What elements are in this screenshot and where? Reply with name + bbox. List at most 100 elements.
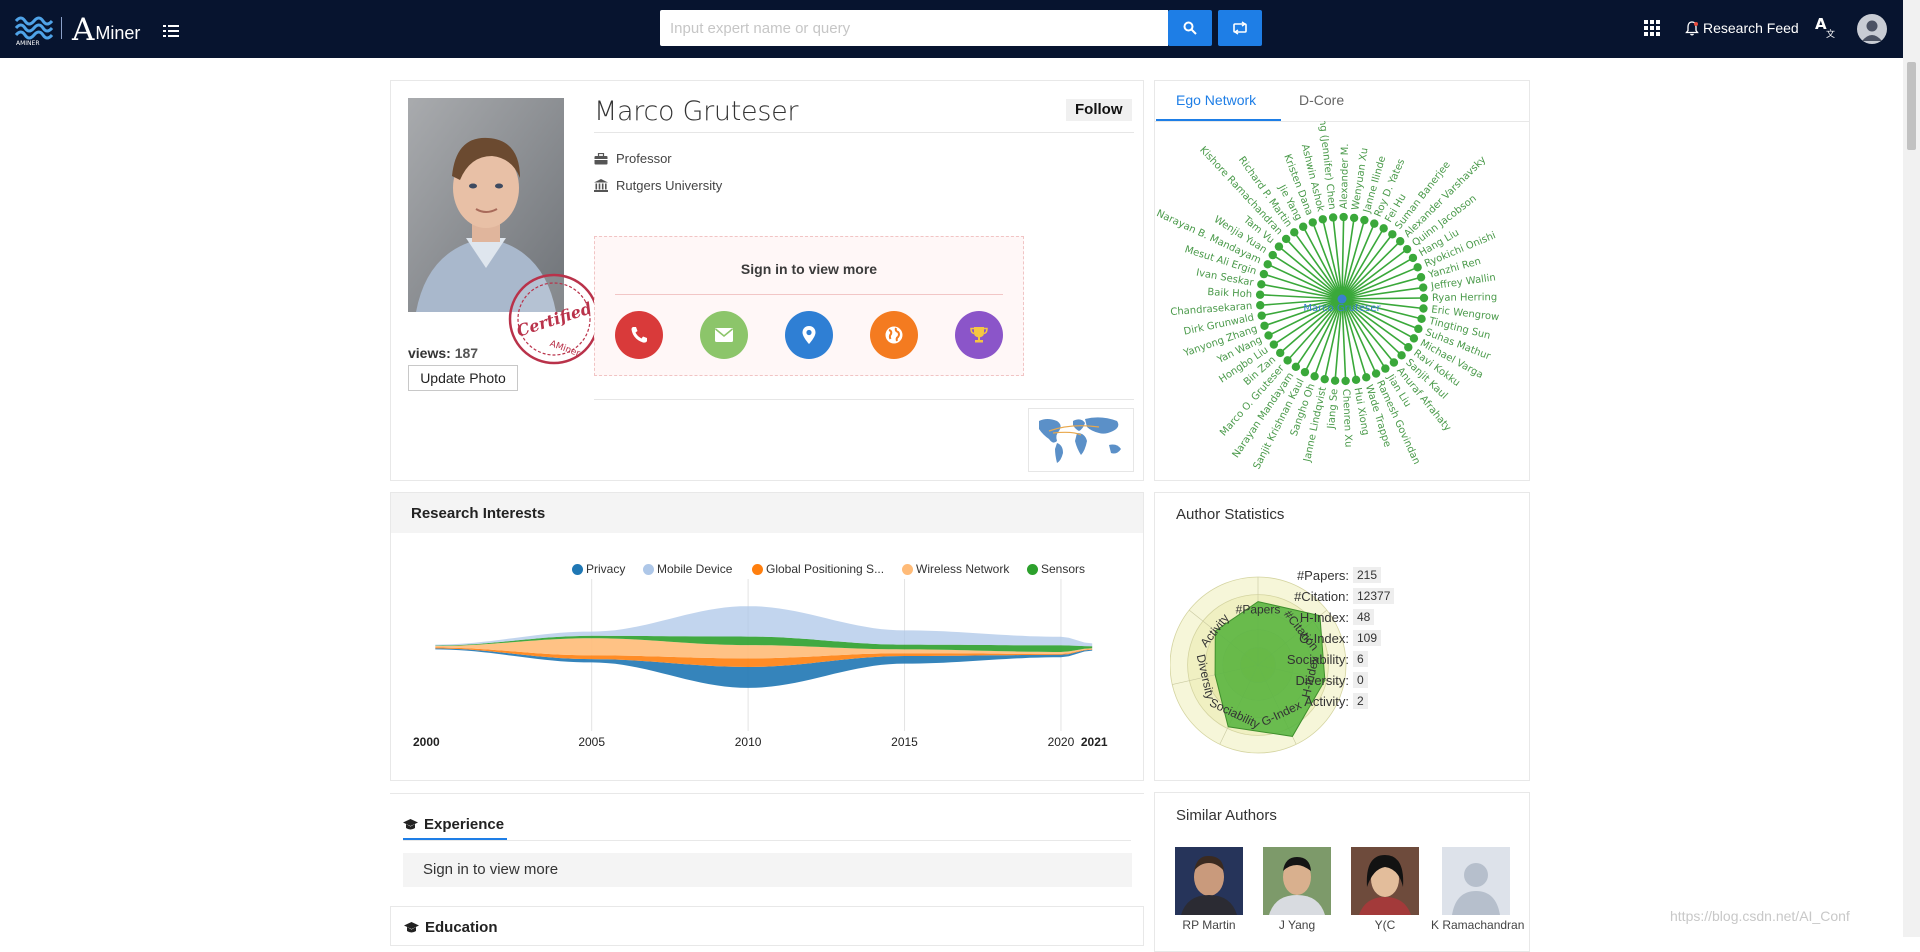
update-photo-button[interactable]: Update Photo [408, 365, 518, 391]
similar-author-item[interactable]: RP Martin [1171, 847, 1247, 932]
follow-button[interactable]: Follow [1066, 99, 1132, 121]
similar-author-item[interactable]: K Ramachandran [1431, 847, 1524, 932]
ego-node-label: Jiang Se [1326, 388, 1340, 430]
legend-item-mobile-device[interactable]: Mobile Device [643, 562, 732, 576]
search-button[interactable] [1168, 10, 1212, 46]
trophy-icon [970, 327, 988, 343]
ego-node [1255, 290, 1265, 299]
graduation-cap-icon [404, 921, 419, 932]
ego-node [1263, 260, 1272, 269]
position-text: Professor [616, 151, 672, 166]
menu-icon[interactable] [163, 24, 179, 38]
tab-ego-network[interactable]: Ego Network [1176, 92, 1256, 108]
world-map-icon [1039, 417, 1121, 463]
stat-label: Sociability: [1286, 651, 1349, 667]
similar-author-photo [1175, 847, 1243, 915]
similar-author-photo [1351, 847, 1419, 915]
ego-node [1404, 343, 1413, 352]
waves-logo-icon[interactable]: AMINER [14, 12, 54, 46]
aminer-logo[interactable]: A Miner [72, 12, 140, 46]
name-divider [594, 132, 1134, 133]
research-interests-streamgraph[interactable]: 2000 2005 2010 2015 2020 2021 [391, 579, 1143, 779]
legend-label: Sensors [1041, 562, 1086, 576]
legend-item-wireless-network[interactable]: Wireless Network [902, 562, 1009, 576]
legend-item-privacy[interactable]: Privacy [572, 562, 625, 576]
similar-author-name: J Yang [1278, 918, 1316, 932]
email-button[interactable] [700, 311, 748, 359]
stat-row: G-Index: 109 [1155, 629, 1382, 647]
research-interests-header: Research Interests [391, 493, 1143, 533]
search-icon [1183, 21, 1197, 35]
phone-button[interactable] [615, 311, 663, 359]
experience-signin-link[interactable]: Sign in to view more [403, 853, 1132, 887]
search-input[interactable] [660, 10, 1168, 46]
apps-grid-icon[interactable] [1644, 20, 1660, 36]
legend-item-global-positioning[interactable]: Global Positioning S... [752, 562, 884, 576]
tab-d-core[interactable]: D-Core [1299, 92, 1344, 108]
contact-signin-link[interactable]: Sign in to view more [595, 261, 1023, 277]
experience-section: Experience Sign in to view more [390, 793, 1144, 893]
education-section: Education [390, 906, 1144, 946]
stat-row: H-Index: 48 [1155, 608, 1375, 626]
x-tick-label: 2005 [578, 735, 605, 749]
ego-node [1396, 237, 1405, 246]
ego-node [1418, 283, 1428, 292]
ego-node [1283, 356, 1292, 365]
location-pin-icon [802, 326, 816, 344]
ego-node [1330, 376, 1340, 385]
ego-node [1388, 230, 1397, 239]
legend-label: Mobile Device [657, 562, 733, 576]
legend-item-sensors[interactable]: Sensors [1027, 562, 1085, 576]
ego-node [1419, 304, 1428, 313]
scrollbar-thumb[interactable] [1907, 62, 1916, 150]
globe-icon [885, 326, 903, 344]
x-tick-label: 2000 [413, 735, 440, 749]
stat-row: #Papers: 215 [1155, 566, 1382, 584]
ego-node [1417, 314, 1426, 324]
ego-node [1310, 372, 1319, 381]
ego-node-label: Chenren Xu [1340, 389, 1354, 448]
x-tick-label: 2015 [891, 735, 918, 749]
network-tabs: Ego Network D-Core [1155, 81, 1529, 122]
profile-divider [594, 399, 1134, 400]
legend-label: Global Positioning S... [766, 562, 885, 576]
research-feed-link[interactable]: Research Feed [1685, 17, 1799, 39]
translate-icon[interactable]: A 文 [1815, 15, 1837, 39]
similar-author-name: RP Martin [1182, 918, 1236, 932]
ego-node [1300, 367, 1310, 377]
x-tick-label: 2021 [1081, 735, 1108, 749]
ego-node [1402, 244, 1412, 254]
education-title: Education [425, 919, 498, 936]
logo-divider [61, 17, 62, 39]
world-map-thumbnail[interactable] [1028, 408, 1134, 472]
ego-node [1264, 331, 1273, 340]
similar-author-item[interactable]: J Yang [1259, 847, 1335, 932]
research-feed-label: Research Feed [1703, 20, 1799, 36]
ego-center-label: Marco Gruteser [1303, 303, 1381, 314]
top-navbar: AMINER A Miner Research Feed [0, 0, 1920, 58]
research-interests-card: Research Interests Privacy Mobile Device… [390, 492, 1144, 781]
ego-network-graph[interactable]: Alexander M. Wenyuan XuJanne IlindeRoy D.… [1155, 121, 1529, 479]
stat-value: 109 [1353, 630, 1382, 646]
homepage-button[interactable] [870, 311, 918, 359]
awards-button[interactable] [955, 311, 1003, 359]
views-count: 187 [454, 345, 479, 361]
default-avatar-icon [1442, 847, 1510, 915]
ego-node [1413, 263, 1422, 272]
user-avatar-icon[interactable] [1857, 14, 1887, 44]
page-scrollbar[interactable] [1903, 0, 1920, 937]
location-button[interactable] [785, 311, 833, 359]
stat-label: Activity: [1304, 693, 1349, 709]
stat-row: Sociability: 6 [1155, 650, 1368, 668]
ego-node [1257, 311, 1266, 320]
affiliation-text: Rutgers University [616, 178, 723, 193]
phone-icon [631, 327, 647, 343]
switch-search-button[interactable] [1218, 10, 1262, 46]
similar-author-item[interactable]: Y(C [1347, 847, 1423, 932]
stat-label: Diversity: [1295, 672, 1349, 688]
experience-title: Experience [424, 816, 505, 833]
institution-icon [594, 179, 608, 192]
email-icon [714, 328, 734, 342]
affiliation-info: Rutgers University [594, 178, 722, 193]
ego-edge [1341, 297, 1425, 300]
